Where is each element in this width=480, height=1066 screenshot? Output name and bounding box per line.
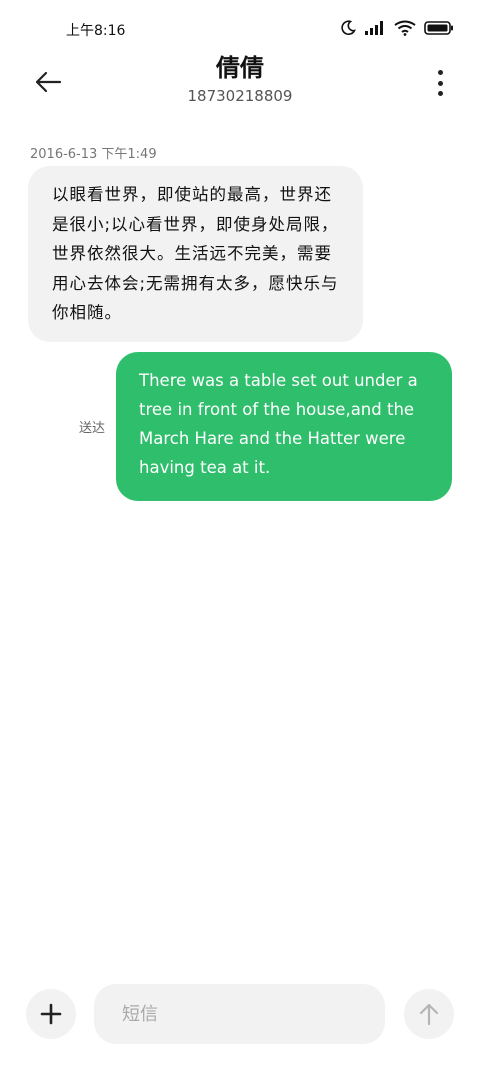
more-options-button[interactable] [432, 68, 448, 98]
send-arrow-up-icon [419, 1003, 439, 1026]
message-timestamp: 2016-6-13 下午1:49 [30, 147, 157, 162]
outgoing-message-bubble[interactable]: There was a table set out under a tree i… [116, 352, 452, 501]
contact-name: 倩倩 [216, 54, 264, 82]
contact-title: 倩倩 18730218809 [0, 52, 480, 106]
wifi-icon [394, 20, 416, 36]
more-vertical-icon [437, 80, 443, 86]
message-composer [0, 980, 480, 1050]
battery-icon [424, 21, 453, 35]
send-button[interactable] [404, 989, 454, 1039]
status-bar: 上午8:16 [0, 0, 480, 60]
delivery-status: 送达 [79, 421, 106, 436]
status-icons [340, 20, 454, 36]
contact-phone-number: 18730218809 [187, 87, 293, 105]
incoming-message-bubble[interactable]: 以眼看世界，即使站的最高，世界还是很小;以心看世界，即使身处局限，世界依然很大。… [28, 166, 363, 342]
conversation-header: 倩倩 18730218809 [0, 52, 480, 122]
moon-icon [341, 20, 356, 35]
more-vertical-icon [437, 70, 443, 75]
plus-icon [40, 1003, 62, 1025]
add-attachment-button[interactable] [26, 989, 76, 1039]
more-vertical-icon [437, 91, 443, 96]
messaging-screen: 上午8:16 倩倩 18730218809 2016-6-13 下午1:49 以… [0, 0, 480, 1066]
signal-icon [365, 21, 383, 35]
status-time: 上午8:16 [66, 23, 126, 39]
message-input[interactable] [94, 984, 385, 1044]
